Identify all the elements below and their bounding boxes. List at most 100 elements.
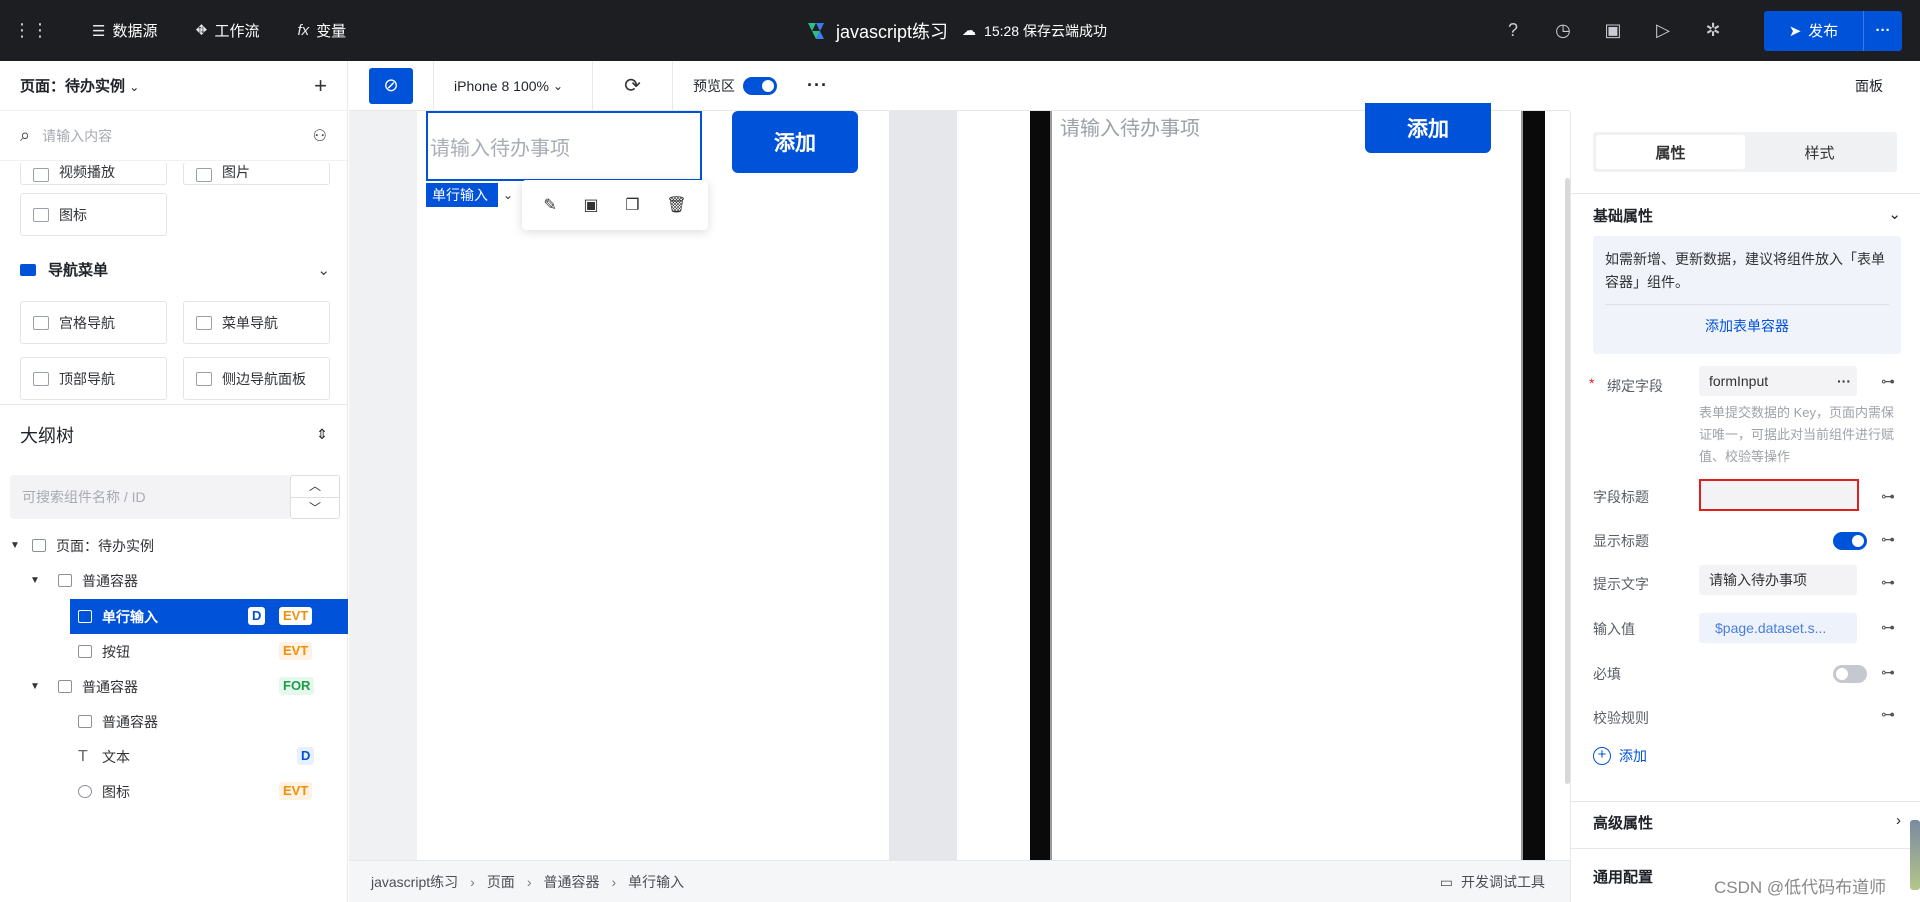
save-icon[interactable]: ▣ [1588,0,1638,61]
datasource-menu[interactable]: ☰ 数据源 [92,20,157,41]
save-icon[interactable]: ▣ [583,195,598,215]
page-selector[interactable]: 页面：待办实例 ⌄ + [0,61,347,111]
more-options-icon[interactable]: ··· [807,75,828,96]
workflow-menu[interactable]: ⛖ 工作流 [195,20,259,41]
tree-node-page[interactable]: ▼ 页面：待办实例 [0,528,348,563]
field-title-input[interactable] [1699,479,1859,511]
bind-field-help: 表单提交数据的 Key，页面内需保证唯一，可据此对当前组件进行赋值、校验等操作 [1699,405,1895,464]
tab-properties[interactable]: 属性 [1596,135,1745,169]
tree-node-label: 文本 [102,748,130,765]
variables-menu[interactable]: fx 变量 [298,20,347,41]
breadcrumb-item[interactable]: 单行输入 [628,872,684,892]
debug-bug-icon[interactable]: ✲ [1688,0,1738,61]
link-icon[interactable]: ⊶ [1881,488,1895,505]
add-page-button[interactable]: + [314,73,327,99]
input-value-field[interactable]: $page.dataset.s... [1699,613,1857,643]
tree-node-container[interactable]: 普通容器 [0,704,348,739]
component-label: 图标 [59,206,87,223]
canvas-gutter [889,111,957,860]
database-icon: ☰ [92,22,106,40]
caret-down-icon[interactable]: ▼ [30,681,40,692]
chevron-down-icon[interactable]: ⌄ [498,183,518,207]
devtools-button[interactable]: ▭ 开发调试工具 [1440,861,1545,902]
cloud-check-icon: ☁ [962,22,977,38]
required-toggle[interactable] [1833,665,1867,683]
tab-style[interactable]: 样式 [1745,135,1894,169]
outline-nav-stepper: ︿ ﹀ [290,475,340,519]
component-card-side-nav[interactable]: 侧边导航面板 [183,357,330,400]
chevron-up-icon[interactable]: ︿ [291,476,339,498]
component-card-top-nav[interactable]: 顶部导航 [20,357,167,400]
refresh-icon[interactable]: ⟳ [593,60,673,111]
breadcrumb-item[interactable]: 页面 [487,872,515,892]
caret-down-icon[interactable]: ▼ [10,540,20,551]
component-label: 菜单导航 [222,314,278,331]
component-card-menu-nav[interactable]: 菜单导航 [183,301,330,344]
copy-icon[interactable]: ❐ [625,195,639,215]
event-tag: EVT [279,607,313,625]
text-icon: T [78,747,88,765]
breadcrumb-item[interactable]: javascript练习 [371,872,458,892]
apps-grid-icon[interactable]: ⋮⋮ [13,16,49,46]
add-rule-button[interactable]: + 添加 [1593,746,1647,766]
component-card-grid-nav[interactable]: 宫格导航 [20,301,167,344]
component-card-video[interactable]: 视频播放 [20,162,167,185]
publish-more-button[interactable]: ··· [1864,22,1902,39]
outline-search-input[interactable]: 可搜索组件名称 / ID [10,475,290,519]
component-card-icon[interactable]: 图标 [20,193,167,236]
caret-down-icon[interactable]: ▼ [30,575,40,586]
link-icon[interactable]: ⊶ [1881,373,1895,390]
chevron-right-icon: › [611,873,617,890]
tree-node-container[interactable]: ▼ 普通容器 [0,563,348,598]
component-card-image[interactable]: 图片 [183,162,330,185]
selected-component-label[interactable]: 单行输入 [426,183,498,207]
add-form-container-link[interactable]: 添加表单容器 [1605,315,1889,338]
device-selector[interactable]: iPhone 8 100% ⌄ [433,60,593,111]
delete-trash-icon[interactable]: 🗑 [666,195,686,215]
preview-add-button[interactable]: 添加 [1365,103,1491,153]
link-icon[interactable]: ⊶ [1881,619,1895,636]
breadcrumb-item[interactable]: 普通容器 [543,872,599,892]
bind-field-input[interactable]: formInput ··· [1699,366,1857,396]
section-title: 通用配置 [1593,869,1654,886]
more-options-icon[interactable]: ··· [1837,373,1851,389]
advanced-props-section[interactable]: 高级属性 › [1593,812,1901,833]
for-loop-tag: FOR [279,677,315,695]
nav-menu-section[interactable]: 导航菜单 ⌄ [20,259,330,280]
edit-pencil-icon[interactable]: ✎ [543,195,556,215]
tree-node-container-for[interactable]: ▼ 普通容器 FOR [0,669,348,704]
add-button[interactable]: 添加 [732,111,858,173]
expand-collapse-icon[interactable]: ⇕ [316,426,328,443]
link-icon[interactable]: ⊶ [1881,706,1895,723]
required-asterisk: * [1589,375,1595,391]
run-play-icon[interactable]: ▷ [1638,0,1688,61]
event-tag: EVT [279,642,313,660]
mini-program-icon[interactable]: ⊘ [369,67,413,104]
panel-scrollbar[interactable] [1910,820,1920,890]
link-icon[interactable]: ⊶ [1881,531,1895,548]
preview-toggle[interactable] [743,76,777,95]
container-icon [58,574,72,587]
properties-panel: 属性 样式 基础属性 ⌄ 如需新增、更新数据，建议将组件放入「表单容器」组件。 … [1570,111,1920,902]
component-filter-icon[interactable]: ⚇ [313,126,327,146]
publish-button[interactable]: ➤ 发布 ··· [1764,10,1902,51]
tree-node-label: 普通容器 [102,713,158,730]
link-icon[interactable]: ⊶ [1881,664,1895,681]
tree-node-button[interactable]: 按钮 EVT [0,634,348,669]
hint-input[interactable]: 请输入待办事项 [1699,565,1857,595]
basic-props-section[interactable]: 基础属性 ⌄ [1593,205,1901,226]
history-clock-icon[interactable]: ◷ [1538,0,1588,61]
link-icon[interactable]: ⊶ [1881,574,1895,591]
panel-button[interactable]: 面板 [1855,61,1883,111]
tree-node-icon[interactable]: 图标 EVT [0,774,348,809]
chevron-down-icon[interactable]: ﹀ [291,498,339,519]
tree-node-text[interactable]: T 文本 D [0,739,348,774]
component-search-input[interactable]: 请输入内容 [42,126,112,146]
preview-todo-input[interactable]: 请输入待办事项 [1060,112,1200,141]
chevron-right-icon: › [1896,812,1901,829]
tree-node-text-input[interactable]: 单行输入 D EVT [70,599,348,634]
show-title-toggle[interactable] [1833,532,1867,550]
component-search[interactable]: ⌕ 请输入内容 ⚇ [0,111,347,161]
help-icon[interactable]: ? [1488,0,1538,61]
todo-input[interactable]: 请输入待办事项 [426,111,702,181]
